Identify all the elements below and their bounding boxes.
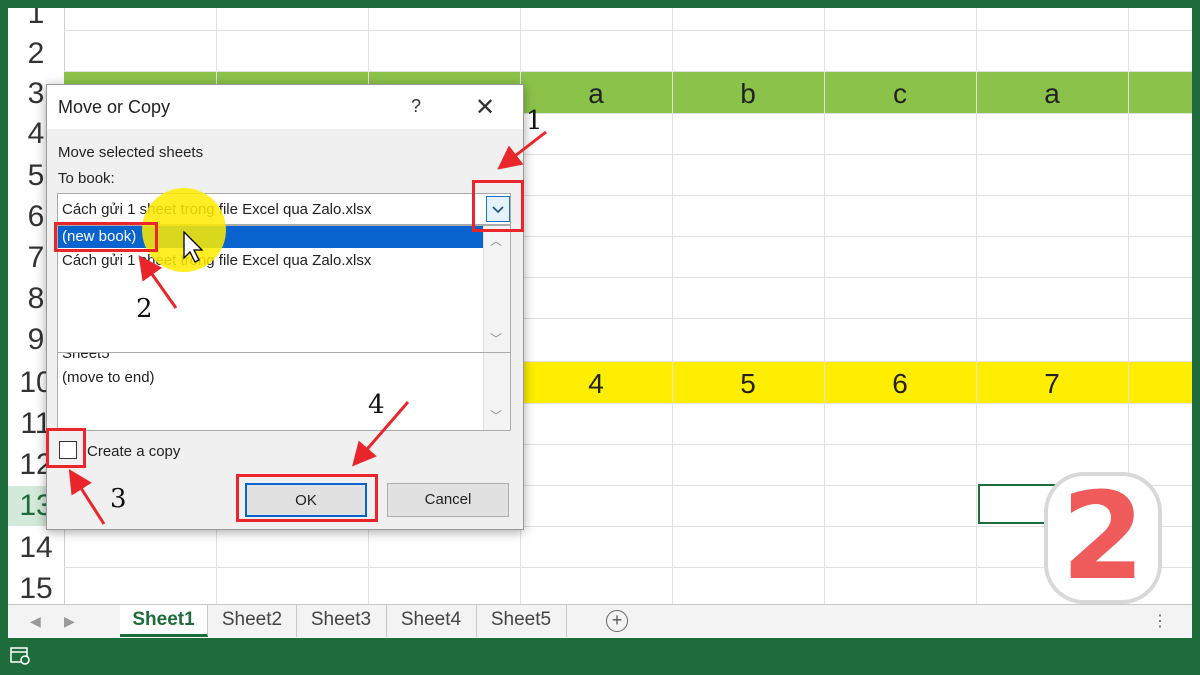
cell-value[interactable]: a: [976, 78, 1128, 110]
scroll-down-icon[interactable]: ﹀: [490, 330, 502, 347]
to-book-dropdown[interactable]: Cách gửi 1 sheet trong file Excel qua Za…: [57, 193, 511, 225]
step-number: 4: [368, 390, 385, 420]
sheet-tab-sheet4[interactable]: Sheet4: [386, 605, 477, 637]
close-icon[interactable]: ✕: [475, 93, 495, 122]
sheet-tab-bar: ◀ ▶ Sheet1 Sheet2 Sheet3 Sheet4 Sheet5 +…: [8, 604, 1192, 638]
callout-box-new-book: [54, 222, 158, 252]
more-options-icon[interactable]: ⋮: [1152, 611, 1168, 631]
before-sheet-list[interactable]: Sheet5 (move to end) ﹀: [57, 353, 511, 431]
cancel-button[interactable]: Cancel: [387, 483, 509, 517]
cell-value[interactable]: 7: [976, 368, 1128, 400]
options-scrollbar[interactable]: ︿ ﹀: [483, 226, 510, 352]
cell-value[interactable]: a: [520, 78, 672, 110]
sheet-tab-sheet5[interactable]: Sheet5: [476, 605, 567, 637]
status-bar: [0, 638, 1200, 675]
sheet-tab-sheet2[interactable]: Sheet2: [208, 605, 297, 637]
move-selected-label: Move selected sheets: [58, 144, 204, 161]
step-badge: 2: [1040, 468, 1166, 608]
sheet-tab-sheet3[interactable]: Sheet3: [296, 605, 387, 637]
cell-value[interactable]: 6: [824, 368, 976, 400]
cell-value[interactable]: c: [824, 78, 976, 110]
step-number: 3: [110, 484, 127, 514]
scroll-up-icon[interactable]: ︿: [490, 232, 502, 249]
cell-value[interactable]: 5: [672, 368, 824, 400]
scroll-left-icon[interactable]: ◀: [30, 613, 41, 630]
callout-box-ok: [236, 474, 378, 522]
before-sheet-scrollbar[interactable]: ﹀: [483, 353, 510, 430]
cell-value[interactable]: 4: [520, 368, 672, 400]
add-sheet-icon[interactable]: +: [606, 610, 628, 632]
list-item[interactable]: Sheet5: [62, 353, 110, 362]
scroll-down-icon[interactable]: ﹀: [490, 407, 502, 424]
status-settings-icon[interactable]: [10, 646, 32, 666]
callout-box-checkbox: [46, 428, 86, 468]
list-item[interactable]: (move to end): [62, 369, 155, 386]
dialog-title: Move or Copy: [58, 97, 171, 117]
sheet-tab-sheet1[interactable]: Sheet1: [120, 605, 208, 637]
step-number: 2: [136, 294, 153, 324]
scroll-right-icon[interactable]: ▶: [64, 613, 75, 630]
callout-box-dropdown: [472, 180, 524, 232]
step-number: 1: [526, 106, 543, 136]
create-copy-label[interactable]: Create a copy: [87, 443, 180, 460]
row-number[interactable]: 2: [8, 34, 64, 74]
to-book-label: To book:: [58, 170, 115, 187]
move-or-copy-dialog: Move or Copy ? ✕ Move selected sheets To…: [46, 84, 524, 530]
cell-value[interactable]: b: [672, 78, 824, 110]
row-number[interactable]: 15: [8, 569, 64, 609]
row-number[interactable]: 14: [8, 528, 64, 568]
help-icon[interactable]: ?: [411, 96, 421, 117]
badge-number: 2: [1061, 468, 1145, 607]
row-number[interactable]: 1: [8, 8, 64, 34]
dialog-title-bar: Move or Copy ? ✕: [47, 85, 523, 129]
